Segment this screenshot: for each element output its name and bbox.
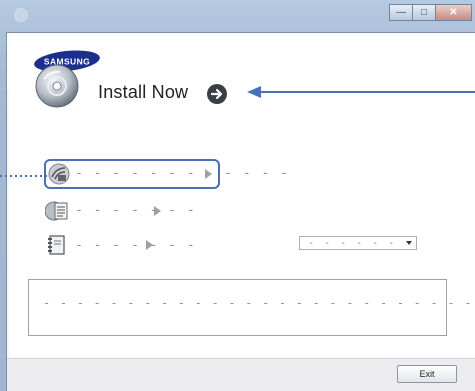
disc-icon[interactable] [34,63,80,109]
close-icon: ✕ [449,7,458,18]
title-bar[interactable]: — □ ✕ [0,0,475,30]
maximize-button[interactable]: □ [412,4,436,21]
option-documents-arrow-icon [154,206,161,216]
description-text: - - - - - - - - - - - - - - - - - - - - … [43,296,475,310]
window-controls: — □ ✕ [389,4,472,21]
option-wireless-arrow-icon [205,169,212,179]
language-select-value: - - - - - - - - [308,237,406,249]
option-documents-label[interactable]: - - - - - - - [75,203,196,218]
arrow-right-circle-icon[interactable] [206,83,228,105]
option-manual-arrow-icon [146,240,153,250]
install-now-label[interactable]: Install Now [98,82,188,103]
chevron-down-icon [406,241,412,245]
wireless-setting-icon[interactable] [47,162,71,186]
installer-window: — □ ✕ SAMSUNG Install Now - - - - - - - … [0,0,475,391]
manual-book-icon[interactable] [45,233,69,257]
close-button[interactable]: ✕ [435,4,472,21]
callout-arrow [247,86,475,98]
exit-button[interactable]: Exit [397,365,457,383]
minimize-button[interactable]: — [389,4,413,21]
minimize-icon: — [396,7,406,18]
document-list-icon[interactable] [45,199,69,223]
callout-dotted-line [0,175,48,177]
option-wireless-label[interactable]: - - - - - - - - - - - - [75,166,290,181]
option-manual-label[interactable]: - - - - - - - [75,238,196,253]
language-select[interactable]: - - - - - - - - [299,236,417,250]
maximize-icon: □ [420,7,428,18]
installer-icon [14,8,28,22]
description-box: - - - - - - - - - - - - - - - - - - - - … [28,279,475,336]
